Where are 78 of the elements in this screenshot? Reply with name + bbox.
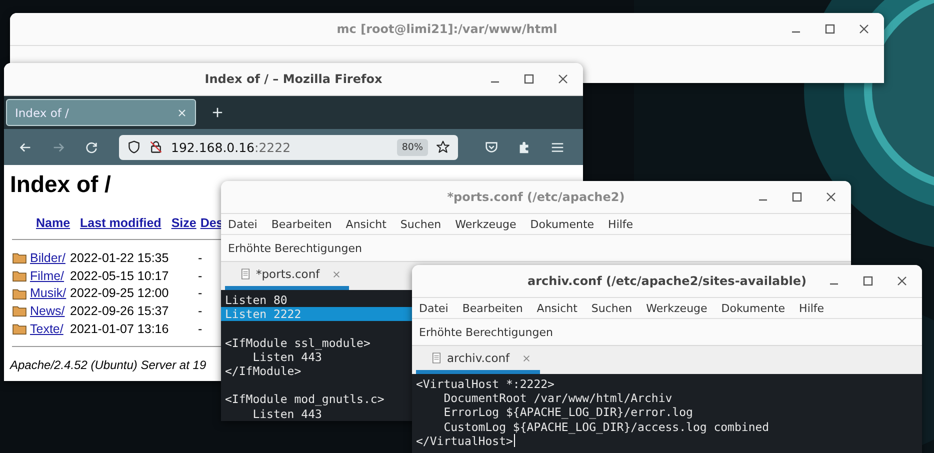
code-line: Listen 443 <box>252 406 322 421</box>
text-cursor <box>514 434 516 448</box>
star-icon[interactable] <box>436 140 450 154</box>
menu-item[interactable]: Hilfe <box>608 218 634 230</box>
menu-item[interactable]: Hilfe <box>799 302 824 314</box>
info-bar-text: Erhöhte Berechtigungen <box>419 326 553 338</box>
file-size: - <box>198 304 202 318</box>
menu-item[interactable]: Datei <box>419 302 448 314</box>
code-line: </IfModule> <box>225 364 302 378</box>
address-field[interactable]: 192.168.0.16:2222 80% <box>119 134 458 160</box>
folder-icon <box>12 286 27 300</box>
maximize-icon[interactable] <box>523 73 535 85</box>
menu-item[interactable]: Ansicht <box>346 218 386 230</box>
folder-link[interactable]: Filme/ <box>30 268 70 283</box>
folder-icon <box>12 322 27 336</box>
close-icon[interactable] <box>858 23 870 35</box>
modified-date: 2022-09-26 15:37 <box>70 304 170 318</box>
column-link[interactable]: Size <box>171 216 196 230</box>
folder-link[interactable]: Texte/ <box>30 322 70 336</box>
pocket-icon[interactable] <box>484 140 499 154</box>
folder-icon <box>12 251 27 264</box>
crossed-lock-icon[interactable] <box>149 140 163 154</box>
code-line: DocumentRoot /var/www/html/Archiv <box>442 391 672 406</box>
shield-icon[interactable] <box>127 140 141 154</box>
modified-date: 2022-09-25 12:00 <box>70 286 170 300</box>
page-heading: Index of / <box>10 171 111 198</box>
column-link[interactable]: Name <box>36 216 70 230</box>
menu-item[interactable]: Ansicht <box>536 302 578 314</box>
close-icon[interactable] <box>522 354 531 362</box>
folder-icon <box>12 304 27 318</box>
menu-item[interactable]: Bearbeiten <box>271 218 332 230</box>
code-line: </VirtualHost> <box>416 434 513 448</box>
menu-item[interactable]: Suchen <box>400 218 442 230</box>
window-title: Index of / – Mozilla Firefox <box>204 72 382 86</box>
file-size: - <box>198 322 202 336</box>
code-line: Listen 80 <box>225 293 288 308</box>
code-line: Listen 2222 <box>225 307 302 322</box>
folder-link[interactable]: Musik/ <box>30 286 70 300</box>
file-size: - <box>198 268 202 283</box>
window-title: archiv.conf (/etc/apache2/sites-available) <box>528 274 806 288</box>
maximize-icon[interactable] <box>791 191 803 203</box>
folder-link[interactable]: News/ <box>30 304 70 318</box>
modified-date: 2022-05-15 10:17 <box>70 268 170 283</box>
code-line: ErrorLog ${APACHE_LOG_DIR}/error.log <box>442 405 693 420</box>
code-line: CustomLog ${APACHE_LOG_DIR}/access.log combined <box>442 420 770 434</box>
zoom-badge[interactable]: 80% <box>396 138 428 156</box>
window-title: *ports.conf (/etc/apache2) <box>447 190 625 204</box>
folder-icon <box>12 269 27 282</box>
menu-item[interactable]: Bearbeiten <box>462 302 523 314</box>
code-line: <VirtualHost *:2222> <box>416 377 554 392</box>
close-icon[interactable] <box>825 191 837 203</box>
server-signature: Apache/2.4.52 (Ubuntu) Server at 19 <box>10 358 206 372</box>
maximize-icon[interactable] <box>824 23 836 35</box>
file-size: - <box>198 250 202 265</box>
menu-item[interactable]: Dokumente <box>530 218 594 230</box>
window-title: mc [root@limi21]:/var/www/html <box>336 22 558 36</box>
folder-link[interactable]: Bilder/ <box>30 250 70 265</box>
menu-item[interactable]: Datei <box>228 218 258 230</box>
close-icon[interactable] <box>557 73 569 85</box>
document-icon <box>241 268 250 280</box>
code-line: <IfModule mod_gnutls.c> <box>225 392 384 407</box>
info-bar-text: Erhöhte Berechtigungen <box>228 242 362 254</box>
modified-date: 2022-01-22 15:35 <box>70 250 170 265</box>
file-size: - <box>198 286 202 300</box>
menu-item[interactable]: Werkzeuge <box>646 302 708 314</box>
code-line: Listen 443 <box>252 350 322 364</box>
menu-item[interactable]: Suchen <box>591 302 632 314</box>
new-tab-icon[interactable] <box>212 107 223 118</box>
modified-date: 2021-01-07 13:16 <box>70 322 170 336</box>
reload-icon[interactable] <box>84 140 99 154</box>
code-line: <IfModule ssl_module> <box>225 336 370 350</box>
close-icon[interactable] <box>332 270 341 278</box>
menu-item[interactable]: Werkzeuge <box>455 218 516 230</box>
menu-item[interactable]: Dokumente <box>721 302 786 314</box>
maximize-icon[interactable] <box>862 275 874 287</box>
document-icon <box>432 352 441 364</box>
close-icon[interactable] <box>896 275 908 287</box>
column-link[interactable]: Last modified <box>80 216 162 230</box>
